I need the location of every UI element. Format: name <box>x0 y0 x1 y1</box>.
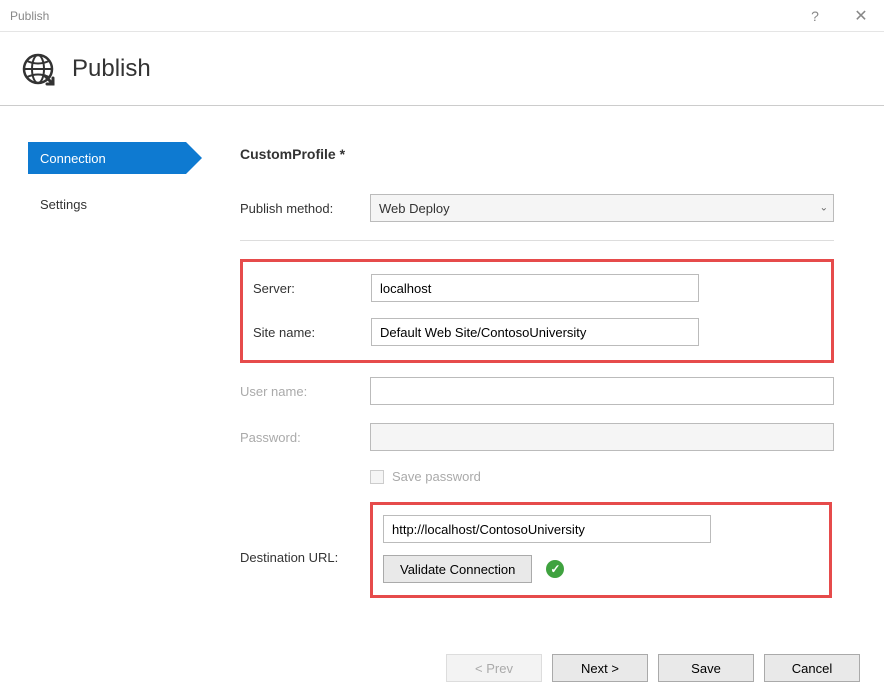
divider <box>240 240 834 241</box>
save-password-label: Save password <box>392 469 481 484</box>
user-name-input[interactable] <box>370 377 834 405</box>
user-name-label: User name: <box>240 384 370 399</box>
sidebar-item-label: Settings <box>40 197 87 212</box>
site-name-input[interactable] <box>371 318 699 346</box>
profile-name: CustomProfile * <box>240 146 834 162</box>
save-button[interactable]: Save <box>658 654 754 682</box>
sidebar-item-settings[interactable]: Settings <box>0 188 198 220</box>
main-panel: CustomProfile * Publish method: Web Depl… <box>198 106 884 638</box>
chevron-down-icon: ⌄ <box>820 203 828 214</box>
highlight-destination: Validate Connection ✓ <box>370 502 832 598</box>
destination-url-input[interactable] <box>383 515 711 543</box>
highlight-server-sitename: Server: Site name: <box>240 259 834 363</box>
site-name-label: Site name: <box>253 325 371 340</box>
destination-url-label: Destination URL: <box>240 550 370 565</box>
close-button[interactable]: ✕ <box>838 0 884 32</box>
check-success-icon: ✓ <box>546 560 564 578</box>
window-title: Publish <box>10 9 792 23</box>
password-input[interactable] <box>370 423 834 451</box>
header: Publish <box>0 32 884 106</box>
close-icon: ✕ <box>854 6 867 26</box>
prev-button: < Prev <box>446 654 542 682</box>
sidebar-item-connection[interactable]: Connection <box>28 142 186 174</box>
page-title: Publish <box>72 55 151 83</box>
server-input[interactable] <box>371 274 699 302</box>
footer: < Prev Next > Save Cancel <box>0 638 884 698</box>
publish-globe-icon <box>20 51 56 87</box>
validate-connection-button[interactable]: Validate Connection <box>383 555 532 583</box>
password-label: Password: <box>240 430 370 445</box>
titlebar: Publish ? ✕ <box>0 0 884 32</box>
publish-method-label: Publish method: <box>240 201 370 216</box>
help-button[interactable]: ? <box>792 0 838 32</box>
publish-method-select[interactable]: Web Deploy ⌄ <box>370 194 834 222</box>
save-password-checkbox[interactable] <box>370 470 384 484</box>
sidebar: Connection Settings <box>0 106 198 638</box>
cancel-button[interactable]: Cancel <box>764 654 860 682</box>
sidebar-item-label: Connection <box>40 151 106 166</box>
server-label: Server: <box>253 281 371 296</box>
next-button[interactable]: Next > <box>552 654 648 682</box>
